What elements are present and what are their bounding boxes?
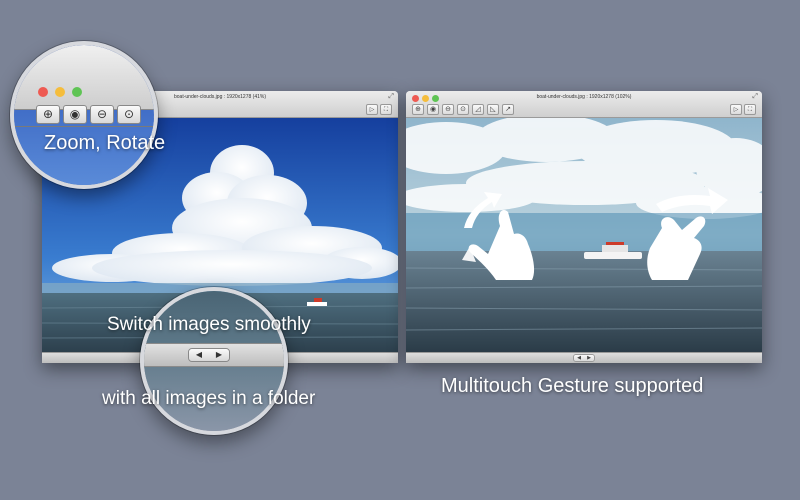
- caption-zoom-rotate: Zoom, Rotate: [44, 132, 166, 154]
- slideshow-icon[interactable]: ▷: [366, 104, 378, 115]
- zoom-out-icon[interactable]: ⊖: [90, 105, 114, 124]
- image-navigation: ◀ ▶: [573, 354, 595, 362]
- toolbar: ⊕ ◉ ⊖ ⊙ ◿ ◺ ↗: [412, 104, 514, 115]
- magnifier-toolbar-zoom: ⊕ ◉ ⊖ ⊙: [10, 41, 158, 189]
- zoom-actual-size-icon[interactable]: ◉: [427, 104, 439, 115]
- share-icon[interactable]: ↗: [502, 104, 514, 115]
- zoom-fit-icon[interactable]: ⊙: [457, 104, 469, 115]
- zoom-window-button[interactable]: [72, 87, 82, 97]
- zoom-in-icon[interactable]: ⊕: [36, 105, 60, 124]
- prev-arrow-icon[interactable]: ◀: [574, 355, 584, 361]
- next-arrow-icon[interactable]: ▶: [209, 349, 229, 361]
- magnifier-navigation: ◀ ▶: [140, 287, 288, 435]
- minimize-window-button[interactable]: [55, 87, 65, 97]
- zoom-actual-size-icon[interactable]: ◉: [63, 105, 87, 124]
- rotate-left-icon[interactable]: ◿: [472, 104, 484, 115]
- resize-handle-icon[interactable]: ⤢: [388, 92, 394, 101]
- resize-handle-icon[interactable]: ⤢: [752, 92, 758, 101]
- fullscreen-icon[interactable]: ⛶: [380, 104, 392, 115]
- image-viewer-window-right: boat-under-clouds.jpg : 1920x1278 (102%)…: [406, 91, 762, 363]
- caption-multitouch: Multitouch Gesture supported: [441, 375, 704, 397]
- pinch-gesture-icon: [462, 192, 535, 280]
- zoom-in-icon[interactable]: ⊕: [412, 104, 424, 115]
- window-title: boat-under-clouds.jpg : 1920x1278 (102%): [536, 94, 632, 100]
- zoom-out-icon[interactable]: ⊖: [442, 104, 454, 115]
- close-window-button[interactable]: [38, 87, 48, 97]
- navigation-bar: ◀ ▶: [406, 352, 762, 363]
- fullscreen-icon[interactable]: ⛶: [744, 104, 756, 115]
- rotate-right-icon[interactable]: ◺: [487, 104, 499, 115]
- slideshow-icon[interactable]: ▷: [730, 104, 742, 115]
- prev-arrow-icon[interactable]: ◀: [189, 349, 209, 361]
- next-arrow-icon[interactable]: ▶: [584, 355, 594, 361]
- swipe-gesture-icon: [647, 188, 728, 280]
- caption-switch-images: Switch images smoothly: [107, 314, 311, 335]
- window-titlebar: boat-under-clouds.jpg : 1920x1278 (102%)…: [406, 91, 762, 118]
- image-canvas[interactable]: [406, 118, 762, 353]
- zoom-fit-icon[interactable]: ⊙: [117, 105, 141, 124]
- caption-folder: with all images in a folder: [102, 388, 316, 409]
